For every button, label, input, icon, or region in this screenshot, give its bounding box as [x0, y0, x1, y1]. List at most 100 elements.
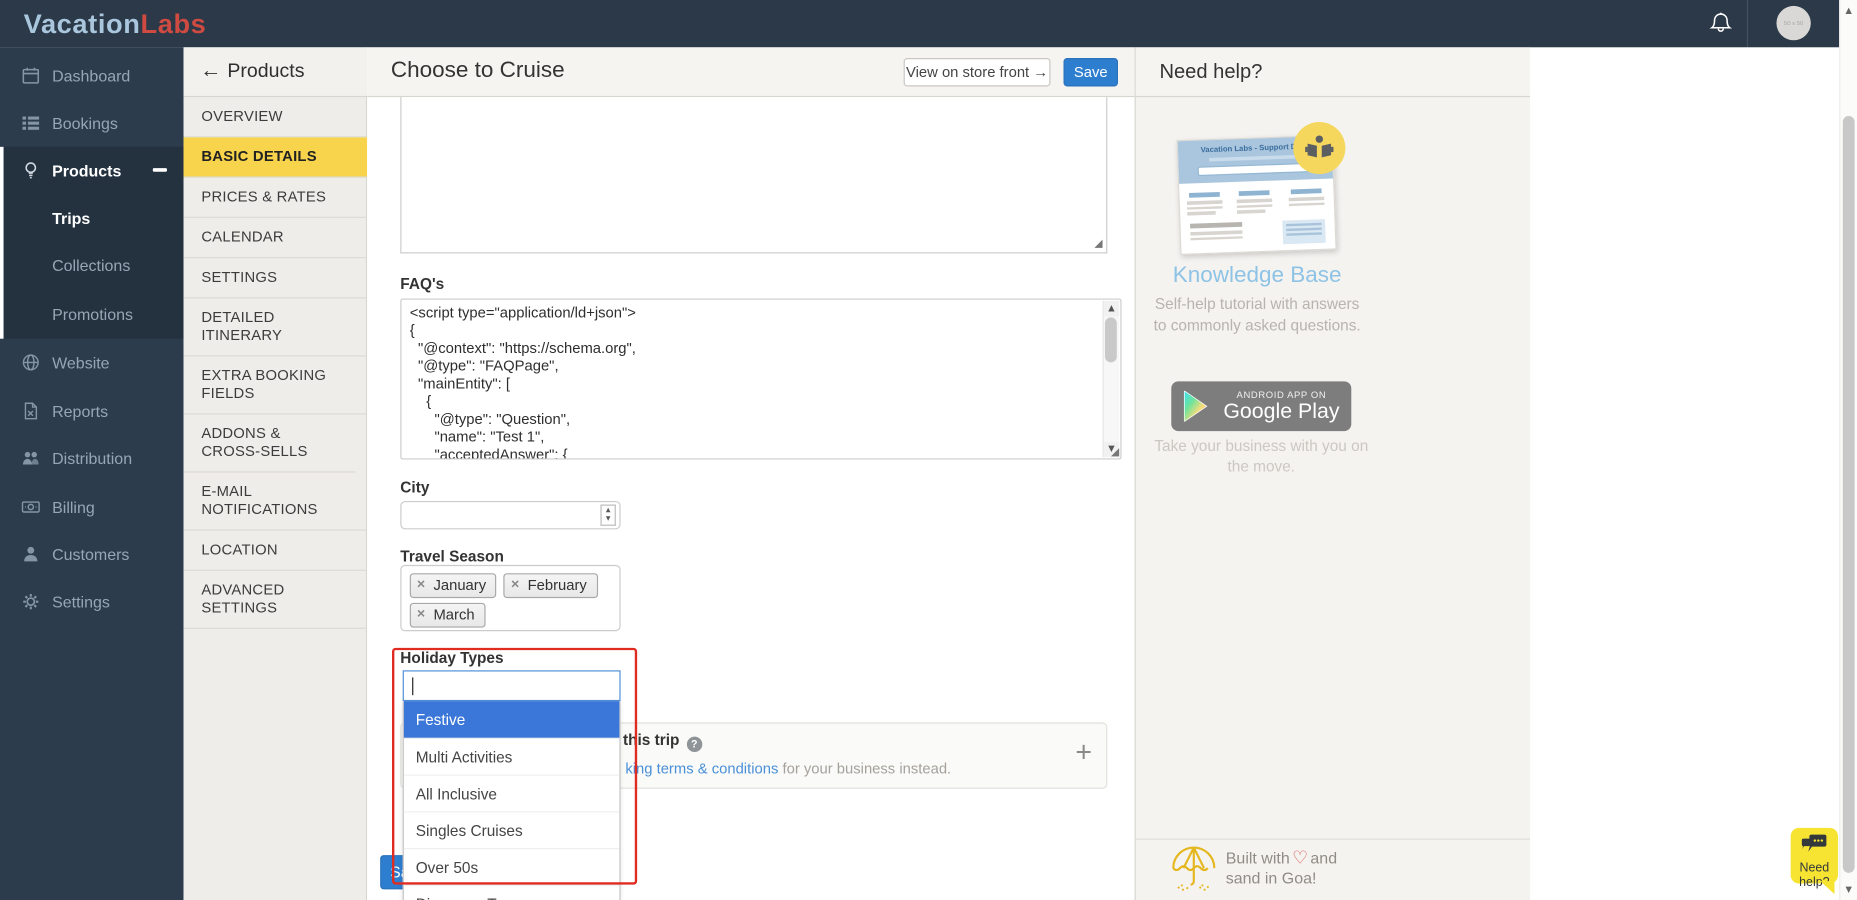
tab-calendar[interactable]: CALENDAR — [184, 218, 368, 258]
scrollbar-thumb[interactable] — [1105, 317, 1117, 362]
faq-scrollbar[interactable]: ▲ ▼ — [1103, 301, 1120, 457]
faq-content: <script type="application/ld+json"> { "@… — [410, 304, 1097, 459]
resize-handle-icon[interactable]: ◢ — [1094, 239, 1102, 250]
sidebar-item-label: Billing — [52, 498, 95, 516]
tab-addons-cross-sells[interactable]: ADDONS & CROSS-SELLS — [184, 415, 356, 473]
app-window: VacationLabs 50 x 50 Dashboard Bookings … — [0, 0, 1857, 900]
sidebar-item-reports[interactable]: Reports — [0, 387, 184, 434]
scroll-up-icon[interactable]: ▲ — [1840, 2, 1857, 19]
knowledge-base-link[interactable]: Knowledge Base — [1136, 263, 1379, 289]
scroll-up-icon[interactable]: ▲ — [1104, 301, 1119, 316]
option-discovery-tours[interactable]: Discovery Tours — [404, 885, 620, 900]
remove-tag-icon[interactable]: × — [511, 576, 519, 593]
sidebar-item-label: Settings — [52, 593, 110, 611]
help-panel-header: Need help? — [1136, 47, 1530, 97]
help-question-icon[interactable]: ? — [687, 737, 702, 752]
option-festive[interactable]: Festive — [404, 701, 620, 738]
tab-extra-booking-fields[interactable]: EXTRA BOOKING FIELDS — [184, 356, 368, 414]
sidebar-item-dashboard[interactable]: Dashboard — [0, 52, 184, 99]
brand-primary: Vacation — [24, 8, 141, 39]
remove-tag-icon[interactable]: × — [417, 576, 425, 593]
tab-settings[interactable]: SETTINGS — [184, 258, 368, 298]
heart-icon: ♡ — [1292, 847, 1308, 868]
thumb-column — [1286, 188, 1327, 208]
city-input[interactable]: ▲▼ — [400, 501, 620, 529]
collapse-minus-icon[interactable] — [153, 168, 167, 172]
calendar-icon — [21, 66, 40, 85]
notifications-bell-icon[interactable] — [1708, 11, 1734, 37]
sidebar-item-website[interactable]: Website — [0, 339, 184, 386]
need-help-tab-label: Need help? — [1791, 861, 1838, 889]
tab-basic-details[interactable]: BASIC DETAILS — [184, 137, 368, 177]
tab-advanced-settings[interactable]: ADVANCED SETTINGS — [184, 571, 368, 629]
terms-conditions-link[interactable]: king terms & conditions — [625, 760, 778, 777]
faq-label: FAQ's — [400, 275, 444, 293]
chat-bubbles-icon — [1799, 833, 1830, 859]
page-header: Choose to Cruise View on store front → S… — [367, 47, 1134, 97]
cancellation-text-tail: for your business instead. — [778, 760, 951, 777]
topbar-divider — [1747, 0, 1748, 47]
sidebar-products-group: Products Trips Collections Promotions — [0, 147, 184, 339]
scrollbar-thumb[interactable] — [1843, 116, 1855, 873]
save-button[interactable]: Save — [1064, 58, 1118, 86]
text-caret — [412, 677, 413, 695]
cancellation-title-fragment: this trip? — [623, 731, 702, 752]
sidebar-item-settings[interactable]: Settings — [0, 578, 184, 625]
thumb-list-block — [1190, 222, 1243, 243]
lightbulb-icon — [21, 161, 40, 180]
resize-handle-icon[interactable]: ◢ — [1111, 448, 1119, 459]
travel-season-multiselect[interactable]: ×January×February ×March — [400, 565, 620, 631]
description-textarea[interactable]: ◢ — [400, 97, 1107, 253]
holiday-types-dropdown: Festive Multi Activities All Inclusive S… — [403, 670, 621, 900]
tab-detailed-itinerary[interactable]: DETAILED ITINERARY — [184, 298, 368, 356]
option-singles-cruises[interactable]: Singles Cruises — [404, 811, 620, 848]
page-title: Choose to Cruise — [391, 58, 565, 84]
user-avatar[interactable]: 50 x 50 — [1776, 6, 1810, 40]
brand-logo[interactable]: VacationLabs — [24, 8, 207, 40]
sidebar-item-billing[interactable]: Billing — [0, 483, 184, 530]
google-play-badge[interactable]: ANDROID APP ON Google Play — [1171, 381, 1351, 431]
report-icon — [21, 401, 40, 420]
sidebar-item-label: Reports — [52, 402, 108, 420]
holiday-types-label: Holiday Types — [400, 649, 503, 667]
holiday-types-search-input[interactable] — [403, 670, 621, 701]
page-scrollbar[interactable]: ▲ ▼ — [1839, 0, 1857, 900]
option-multi-activities[interactable]: Multi Activities — [404, 738, 620, 775]
sidebar-item-distribution[interactable]: Distribution — [0, 435, 184, 482]
submenu-title: Products — [227, 60, 304, 83]
knowledge-base-badge — [1293, 122, 1345, 174]
city-label: City — [400, 478, 429, 496]
help-panel-title: Need help? — [1159, 60, 1262, 84]
products-submenu: ← Products OVERVIEW BASIC DETAILS PRICES… — [184, 47, 368, 900]
tab-prices-rates[interactable]: PRICES & RATES — [184, 178, 368, 218]
sidebar-item-customers[interactable]: Customers — [0, 531, 184, 578]
play-triangle-icon — [1183, 391, 1209, 422]
option-over-50s[interactable]: Over 50s — [404, 848, 620, 885]
need-help-chat-tab[interactable]: Need help? — [1791, 828, 1838, 884]
globe-icon — [21, 353, 40, 372]
built-with-love-text: Built with♡and sand in Goa! — [1226, 848, 1337, 888]
help-panel: Need help? Vacation Labs - Support Desk … — [1135, 47, 1531, 900]
tab-overview[interactable]: OVERVIEW — [184, 97, 368, 137]
add-icon[interactable]: + — [1075, 739, 1092, 767]
city-spinner-control[interactable]: ▲▼ — [600, 505, 615, 526]
spin-down-icon[interactable]: ▼ — [606, 516, 611, 522]
group-icon — [21, 449, 40, 468]
option-all-inclusive[interactable]: All Inclusive — [404, 775, 620, 812]
sidebar-item-products[interactable]: Products — [0, 147, 184, 194]
remove-tag-icon[interactable]: × — [417, 605, 425, 622]
thumb-subtitle-bar — [1209, 155, 1301, 162]
submenu-back-header[interactable]: ← Products — [184, 47, 368, 97]
reading-book-icon — [1302, 130, 1338, 166]
season-tag-label: March — [433, 606, 474, 623]
spin-up-icon[interactable]: ▲ — [606, 508, 611, 514]
cancellation-text: king terms & conditions for your busines… — [625, 760, 951, 777]
faq-textarea[interactable]: <script type="application/ld+json"> { "@… — [400, 298, 1121, 459]
tab-location[interactable]: LOCATION — [184, 531, 368, 571]
google-play-big-text: Google Play — [1216, 399, 1346, 424]
list-icon — [21, 114, 40, 133]
view-on-storefront-button[interactable]: View on store front → — [904, 58, 1051, 86]
sidebar-item-bookings[interactable]: Bookings — [0, 99, 184, 146]
scroll-down-icon[interactable]: ▼ — [1840, 881, 1857, 898]
tab-email-notifications[interactable]: E-MAIL NOTIFICATIONS — [184, 473, 368, 531]
